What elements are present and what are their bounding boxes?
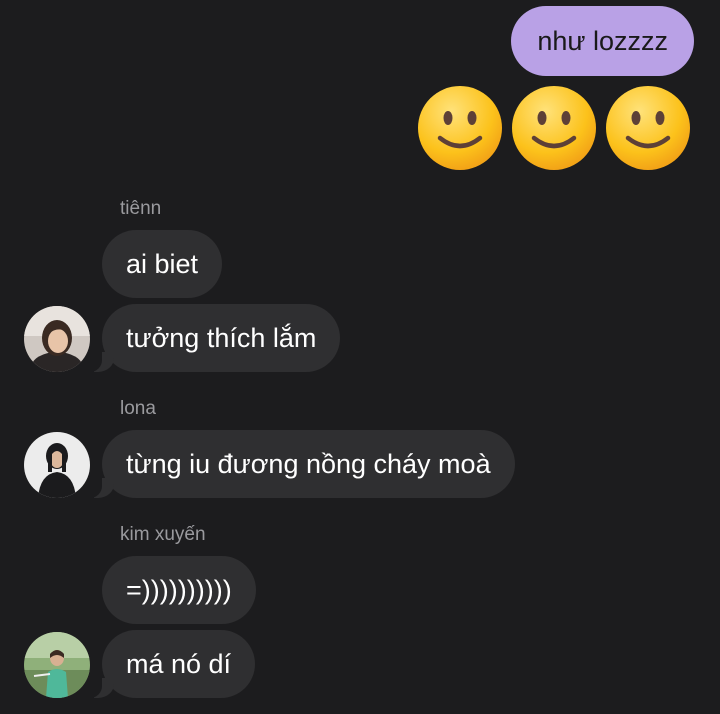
sender-name: tiênn — [120, 198, 162, 219]
message-text: =)))))))))) — [126, 575, 232, 605]
incoming-message-bubble[interactable]: =)))))))))) — [102, 556, 256, 624]
outgoing-message-text: như lozzzz — [537, 26, 668, 56]
avatar[interactable] — [24, 306, 90, 372]
sender-name: lona — [120, 398, 156, 419]
chat-thread: như lozzzz tiênn ai biet tưởng thích lắm… — [0, 0, 720, 714]
message-text: từng iu đương nồng cháy moà — [126, 449, 491, 479]
incoming-message-bubble[interactable]: má nó dí — [81, 630, 256, 698]
message-text: ai biet — [126, 249, 199, 279]
sender-name: kim xuyến — [120, 524, 206, 545]
incoming-message-bubble[interactable]: tưởng thích lắm — [81, 304, 341, 372]
avatar[interactable] — [24, 632, 90, 698]
slightly-smiling-face-icon — [418, 86, 502, 170]
avatar[interactable] — [24, 432, 90, 498]
slightly-smiling-face-icon — [606, 86, 690, 170]
message-text: má nó dí — [126, 649, 232, 679]
slightly-smiling-face-icon — [512, 86, 596, 170]
message-text: tưởng thích lắm — [126, 323, 317, 353]
outgoing-message-bubble[interactable]: như lozzzz — [511, 6, 694, 76]
outgoing-emoji-message[interactable] — [416, 84, 692, 172]
incoming-message-bubble[interactable]: ai biet — [102, 230, 223, 298]
incoming-message-bubble[interactable]: từng iu đương nồng cháy moà — [82, 430, 515, 498]
